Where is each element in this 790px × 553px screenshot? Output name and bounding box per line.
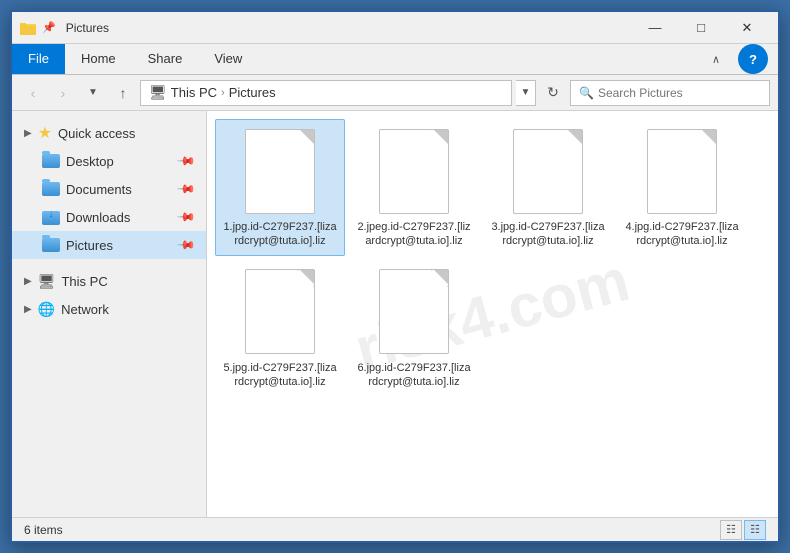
folder-icon — [20, 20, 36, 36]
file-icon-2 — [374, 126, 454, 216]
file-page-4 — [647, 129, 717, 214]
file-area: risk4.com 1.jpg.id-C279F237.[lizardcrypt… — [207, 111, 778, 517]
close-button[interactable]: ✕ — [724, 12, 770, 44]
refresh-button[interactable]: ↻ — [540, 80, 566, 106]
documents-pin-icon: 📌 — [176, 179, 196, 199]
file-page-6 — [379, 269, 449, 354]
file-icon-3 — [508, 126, 588, 216]
file-icon-6 — [374, 267, 454, 357]
file-name-3: 3.jpg.id-C279F237.[lizardcrypt@tuta.io].… — [490, 220, 606, 249]
main-content: ▶ ★ Quick access Desktop 📌 Documents 📌 — [12, 111, 778, 517]
sidebar-item-desktop[interactable]: Desktop 📌 — [12, 147, 206, 175]
file-page-3 — [513, 129, 583, 214]
window-title: Pictures — [66, 21, 109, 35]
minimize-button[interactable]: — — [632, 12, 678, 44]
address-path[interactable]: 🖥 This PC › Pictures — [140, 80, 512, 106]
list-item[interactable]: 2.jpeg.id-C279F237.[lizardcrypt@tuta.io]… — [349, 119, 479, 256]
ribbon-tabs: File Home Share View — [12, 44, 258, 74]
address-dropdown-button[interactable]: ▼ — [516, 80, 536, 106]
help-button[interactable]: ? — [738, 44, 768, 74]
tab-view[interactable]: View — [198, 44, 258, 74]
file-name-2: 2.jpeg.id-C279F237.[lizardcrypt@tuta.io]… — [356, 220, 472, 249]
sidebar-item-pictures[interactable]: Pictures 📌 — [12, 231, 206, 259]
pin-icon: 📌 — [42, 21, 56, 34]
star-icon: ★ — [38, 123, 52, 143]
search-box[interactable]: 🔍 — [570, 80, 770, 106]
sidebar-section-quick-access[interactable]: ▶ ★ Quick access — [12, 119, 206, 147]
file-page-2 — [379, 129, 449, 214]
pictures-folder-icon — [42, 238, 60, 252]
expand-icon: ▶ — [24, 128, 32, 139]
file-icon-1 — [240, 126, 320, 216]
path-separator-1: › — [221, 87, 225, 99]
desktop-pin-icon: 📌 — [176, 151, 196, 171]
file-name-1: 1.jpg.id-C279F237.[lizardcrypt@tuta.io].… — [222, 220, 338, 249]
up-button[interactable]: ↑ — [110, 80, 136, 106]
this-pc-label: This PC — [61, 274, 107, 289]
title-bar: 📌 Pictures — □ ✕ — [12, 12, 778, 44]
file-grid: 1.jpg.id-C279F237.[lizardcrypt@tuta.io].… — [215, 119, 770, 396]
grid-view-button[interactable]: ☷ — [744, 520, 766, 540]
status-count: 6 items — [24, 523, 63, 537]
file-name-6: 6.jpg.id-C279F237.[lizardcrypt@tuta.io].… — [356, 361, 472, 390]
file-icon-4 — [642, 126, 722, 216]
documents-label: Documents — [66, 182, 132, 197]
tab-home[interactable]: Home — [65, 44, 132, 74]
desktop-label: Desktop — [66, 154, 114, 169]
pictures-pin-icon: 📌 — [176, 235, 196, 255]
path-this-pc[interactable]: This PC — [171, 85, 217, 100]
quick-access-label: Quick access — [58, 126, 135, 141]
file-page-1 — [245, 129, 315, 214]
window: 📌 Pictures — □ ✕ File Home Share View ∧ … — [10, 10, 780, 543]
view-controls: ☷ ☷ — [720, 520, 766, 540]
desktop-folder-icon — [42, 154, 60, 168]
file-name-4: 4.jpg.id-C279F237.[lizardcrypt@tuta.io].… — [624, 220, 740, 249]
pc-icon: 🖥 — [38, 273, 56, 290]
dropdown-button[interactable]: ▼ — [80, 80, 106, 106]
documents-folder-icon — [42, 182, 60, 196]
downloads-pin-icon: 📌 — [176, 207, 196, 227]
ribbon-collapse-button[interactable]: ∧ — [702, 53, 730, 66]
sidebar-spacer-1 — [12, 259, 206, 267]
file-page-5 — [245, 269, 315, 354]
list-item[interactable]: 5.jpg.id-C279F237.[lizardcrypt@tuta.io].… — [215, 260, 345, 397]
list-item[interactable]: 6.jpg.id-C279F237.[lizardcrypt@tuta.io].… — [349, 260, 479, 397]
search-icon: 🔍 — [579, 86, 594, 100]
tab-share[interactable]: Share — [132, 44, 199, 74]
list-item[interactable]: 3.jpg.id-C279F237.[lizardcrypt@tuta.io].… — [483, 119, 613, 256]
sidebar: ▶ ★ Quick access Desktop 📌 Documents 📌 — [12, 111, 207, 517]
file-name-5: 5.jpg.id-C279F237.[lizardcrypt@tuta.io].… — [222, 361, 338, 390]
downloads-icon: ↓ — [42, 209, 60, 225]
window-controls: — □ ✕ — [632, 12, 770, 44]
sidebar-item-downloads[interactable]: ↓ Downloads 📌 — [12, 203, 206, 231]
forward-button[interactable]: › — [50, 80, 76, 106]
ribbon: File Home Share View ∧ ? — [12, 44, 778, 75]
search-input[interactable] — [598, 86, 761, 100]
network-label: Network — [61, 302, 109, 317]
list-item[interactable]: 1.jpg.id-C279F237.[lizardcrypt@tuta.io].… — [215, 119, 345, 256]
file-icon-5 — [240, 267, 320, 357]
sidebar-item-this-pc[interactable]: ▶ 🖥 This PC — [12, 267, 206, 295]
sidebar-item-documents[interactable]: Documents 📌 — [12, 175, 206, 203]
this-pc-expand-icon: ▶ — [24, 276, 32, 287]
address-bar: ‹ › ▼ ↑ 🖥 This PC › Pictures ▼ ↻ 🔍 — [12, 75, 778, 111]
title-bar-left: 📌 Pictures — [20, 20, 632, 36]
list-item[interactable]: 4.jpg.id-C279F237.[lizardcrypt@tuta.io].… — [617, 119, 747, 256]
network-expand-icon: ▶ — [24, 304, 32, 315]
download-arrow-icon: ↓ — [49, 209, 54, 220]
network-icon: 🌐 — [38, 301, 55, 318]
path-pc-icon: 🖥 — [149, 84, 167, 101]
path-pictures: Pictures — [229, 85, 276, 100]
downloads-label: Downloads — [66, 210, 130, 225]
sidebar-item-network[interactable]: ▶ 🌐 Network — [12, 295, 206, 323]
back-button[interactable]: ‹ — [20, 80, 46, 106]
maximize-button[interactable]: □ — [678, 12, 724, 44]
list-view-button[interactable]: ☷ — [720, 520, 742, 540]
ribbon-row: File Home Share View ∧ ? — [12, 44, 778, 74]
status-bar: 6 items ☷ ☷ — [12, 517, 778, 541]
tab-file[interactable]: File — [12, 44, 65, 74]
pictures-label: Pictures — [66, 238, 113, 253]
